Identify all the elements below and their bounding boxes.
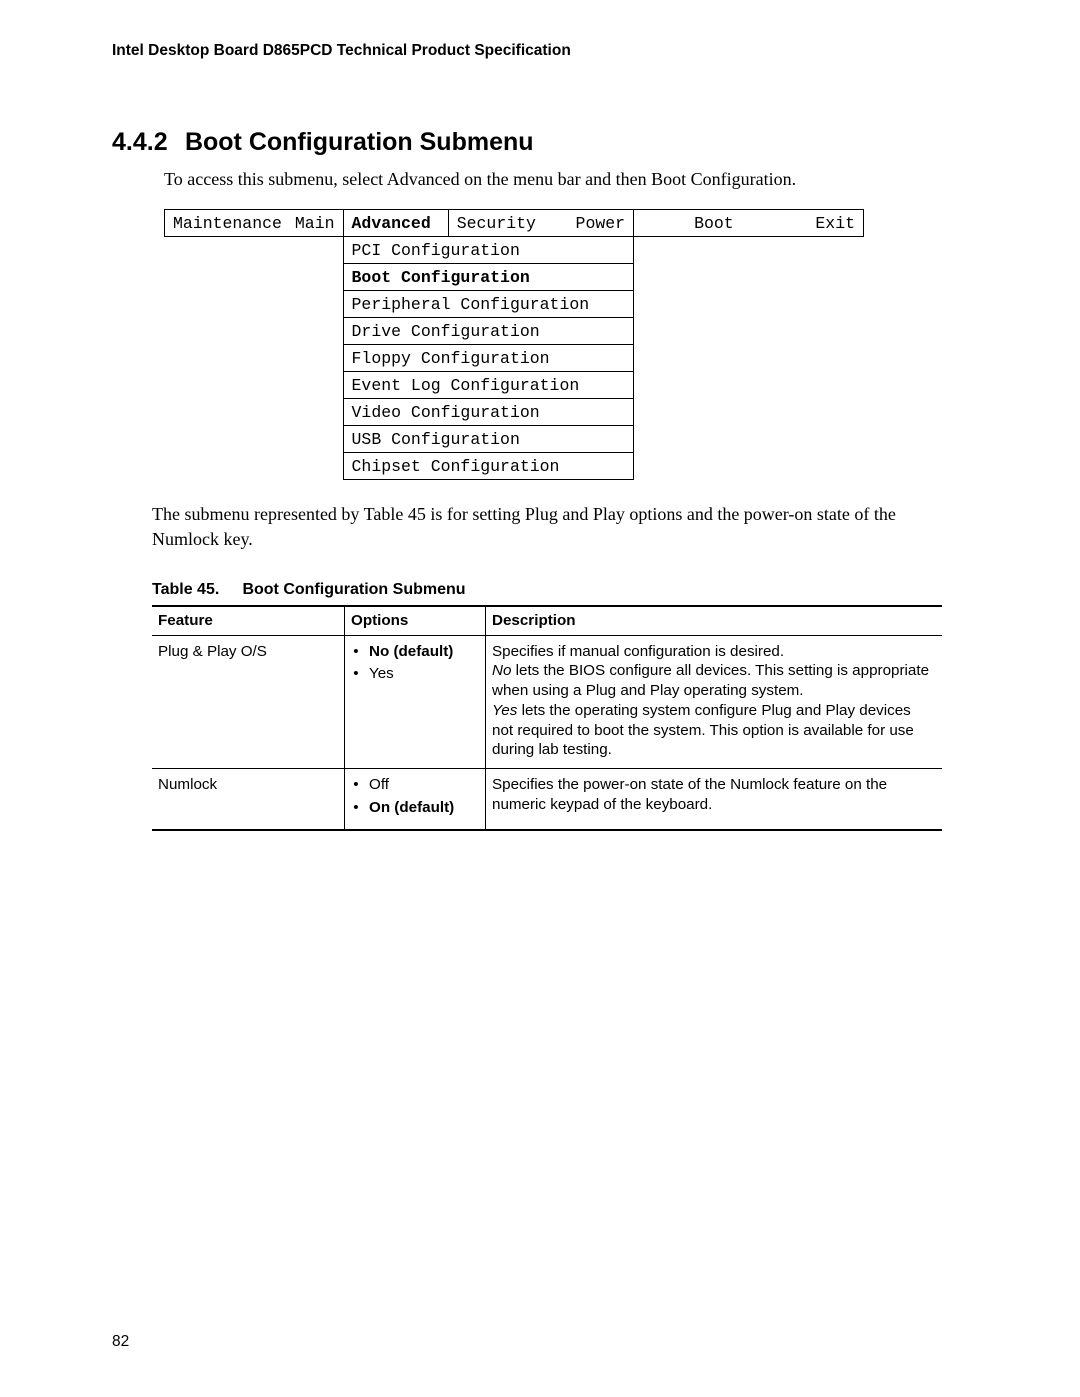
intro-paragraph: To access this submenu, select Advanced … <box>164 167 968 191</box>
option-label: No (default) <box>369 643 453 660</box>
after-menu-paragraph: The submenu represented by Table 45 is f… <box>152 502 922 551</box>
table-row: Plug & Play O/S No (default) Yes Specifi… <box>152 635 942 769</box>
page: Intel Desktop Board D865PCD Technical Pr… <box>0 0 1080 1397</box>
table-caption: Table 45. Boot Configuration Submenu <box>152 581 968 599</box>
options-cell: Off On (default) <box>345 769 486 830</box>
col-header-description: Description <box>486 606 943 635</box>
menu-tab-security-power: Security Power <box>448 210 633 237</box>
description-cell: Specifies the power-on state of the Numl… <box>486 769 943 830</box>
submenu-item: Chipset Configuration <box>343 453 634 480</box>
menu-tab-maintenance-main: Maintenance Main <box>165 210 344 237</box>
description-cell: Specifies if manual configuration is des… <box>486 635 943 769</box>
submenu-item: Drive Configuration <box>343 318 634 345</box>
desc-text: Specifies if manual configuration is des… <box>492 643 784 660</box>
table-caption-title: Boot Configuration Submenu <box>242 581 465 598</box>
bios-menu-table: Maintenance Main Advanced Security Power… <box>164 209 864 480</box>
submenu-item: Event Log Configuration <box>343 372 634 399</box>
submenu-item: Peripheral Configuration <box>343 291 634 318</box>
menu-tab-power-label: Power <box>576 214 626 233</box>
options-cell: No (default) Yes <box>345 635 486 769</box>
submenu-item: USB Configuration <box>343 426 634 453</box>
desc-text: lets the BIOS configure all devices. Thi… <box>492 662 929 699</box>
menu-tab-exit-label: Exit <box>815 214 855 233</box>
page-number: 82 <box>112 1333 129 1351</box>
menu-tab-boot-label: Boot <box>662 214 766 233</box>
bios-menu-diagram: Maintenance Main Advanced Security Power… <box>164 209 968 480</box>
desc-emph: No <box>492 662 511 679</box>
menu-tab-maintenance-label: Maintenance <box>173 214 285 233</box>
option-label: Yes <box>369 665 394 682</box>
feature-cell: Plug & Play O/S <box>152 635 345 769</box>
menu-tab-advanced: Advanced <box>343 210 448 237</box>
submenu-item: PCI Configuration <box>343 237 634 264</box>
section-heading: 4.4.2 Boot Configuration Submenu <box>112 128 968 157</box>
col-header-options: Options <box>345 606 486 635</box>
desc-text: Specifies the power-on state of the Numl… <box>492 776 887 813</box>
menu-tab-security-label: Security <box>457 214 536 233</box>
feature-cell: Numlock <box>152 769 345 830</box>
submenu-item-active: Boot Configuration <box>343 264 634 291</box>
running-header: Intel Desktop Board D865PCD Technical Pr… <box>112 42 968 60</box>
col-header-feature: Feature <box>152 606 345 635</box>
option-label: On (default) <box>369 799 454 816</box>
section-title: Boot Configuration Submenu <box>185 128 534 156</box>
menu-tab-boot-exit: Boot Exit <box>634 210 864 237</box>
desc-emph: Yes <box>492 702 517 719</box>
submenu-item: Video Configuration <box>343 399 634 426</box>
feature-table: Feature Options Description Plug & Play … <box>152 605 942 831</box>
menu-tab-main-label: Main <box>295 214 335 233</box>
section-number: 4.4.2 <box>112 128 178 157</box>
table-row: Numlock Off On (default) Specifies the p… <box>152 769 942 830</box>
submenu-item: Floppy Configuration <box>343 345 634 372</box>
option-label: Off <box>369 776 389 793</box>
desc-text: lets the operating system configure Plug… <box>492 702 914 759</box>
table-caption-number: Table 45. <box>152 581 238 599</box>
